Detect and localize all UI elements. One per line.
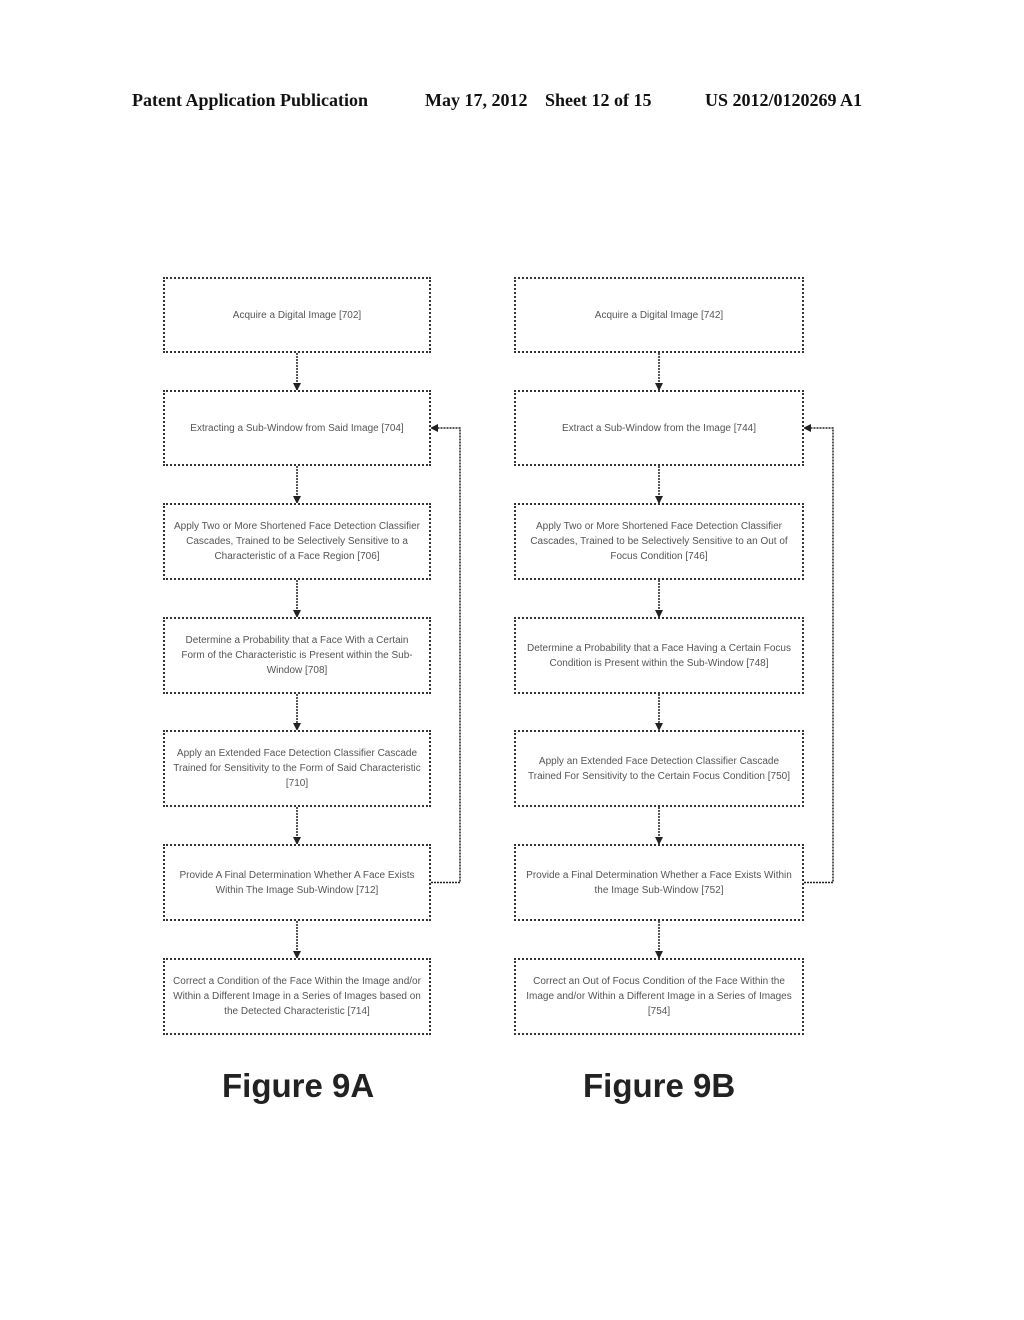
step-742: Acquire a Digital Image [742] bbox=[514, 277, 804, 353]
step-750: Apply an Extended Face Detection Classif… bbox=[514, 730, 804, 807]
step-746: Apply Two or More Shortened Face Detecti… bbox=[514, 503, 804, 580]
figure-9a-loop-arrow bbox=[430, 424, 461, 884]
publication-title: Patent Application Publication bbox=[132, 90, 369, 110]
step-748: Determine a Probability that a Face Havi… bbox=[514, 617, 804, 694]
step-754: Correct an Out of Focus Condition of the… bbox=[514, 958, 804, 1035]
step-706: Apply Two or More Shortened Face Detecti… bbox=[163, 503, 431, 580]
step-744: Extract a Sub-Window from the Image [744… bbox=[514, 390, 804, 466]
page-header: Patent Application Publication May 17, 2… bbox=[0, 90, 1024, 114]
connectors bbox=[293, 353, 834, 959]
sheet-number: Sheet 12 of 15 bbox=[545, 90, 652, 110]
step-708: Determine a Probability that a Face With… bbox=[163, 617, 431, 694]
step-712: Provide A Final Determination Whether A … bbox=[163, 844, 431, 921]
step-702: Acquire a Digital Image [702] bbox=[163, 277, 431, 353]
publication-date: May 17, 2012 bbox=[425, 90, 528, 110]
patent-number: US 2012/0120269 A1 bbox=[705, 90, 863, 110]
step-752: Provide a Final Determination Whether a … bbox=[514, 844, 804, 921]
figure-9a-label: Figure 9A bbox=[222, 1067, 375, 1104]
figure-9b-loop-arrow bbox=[803, 424, 834, 884]
figure-9b-label: Figure 9B bbox=[583, 1067, 736, 1104]
step-710: Apply an Extended Face Detection Classif… bbox=[163, 730, 431, 807]
step-714: Correct a Condition of the Face Within t… bbox=[163, 958, 431, 1035]
step-704: Extracting a Sub-Window from Said Image … bbox=[163, 390, 431, 466]
